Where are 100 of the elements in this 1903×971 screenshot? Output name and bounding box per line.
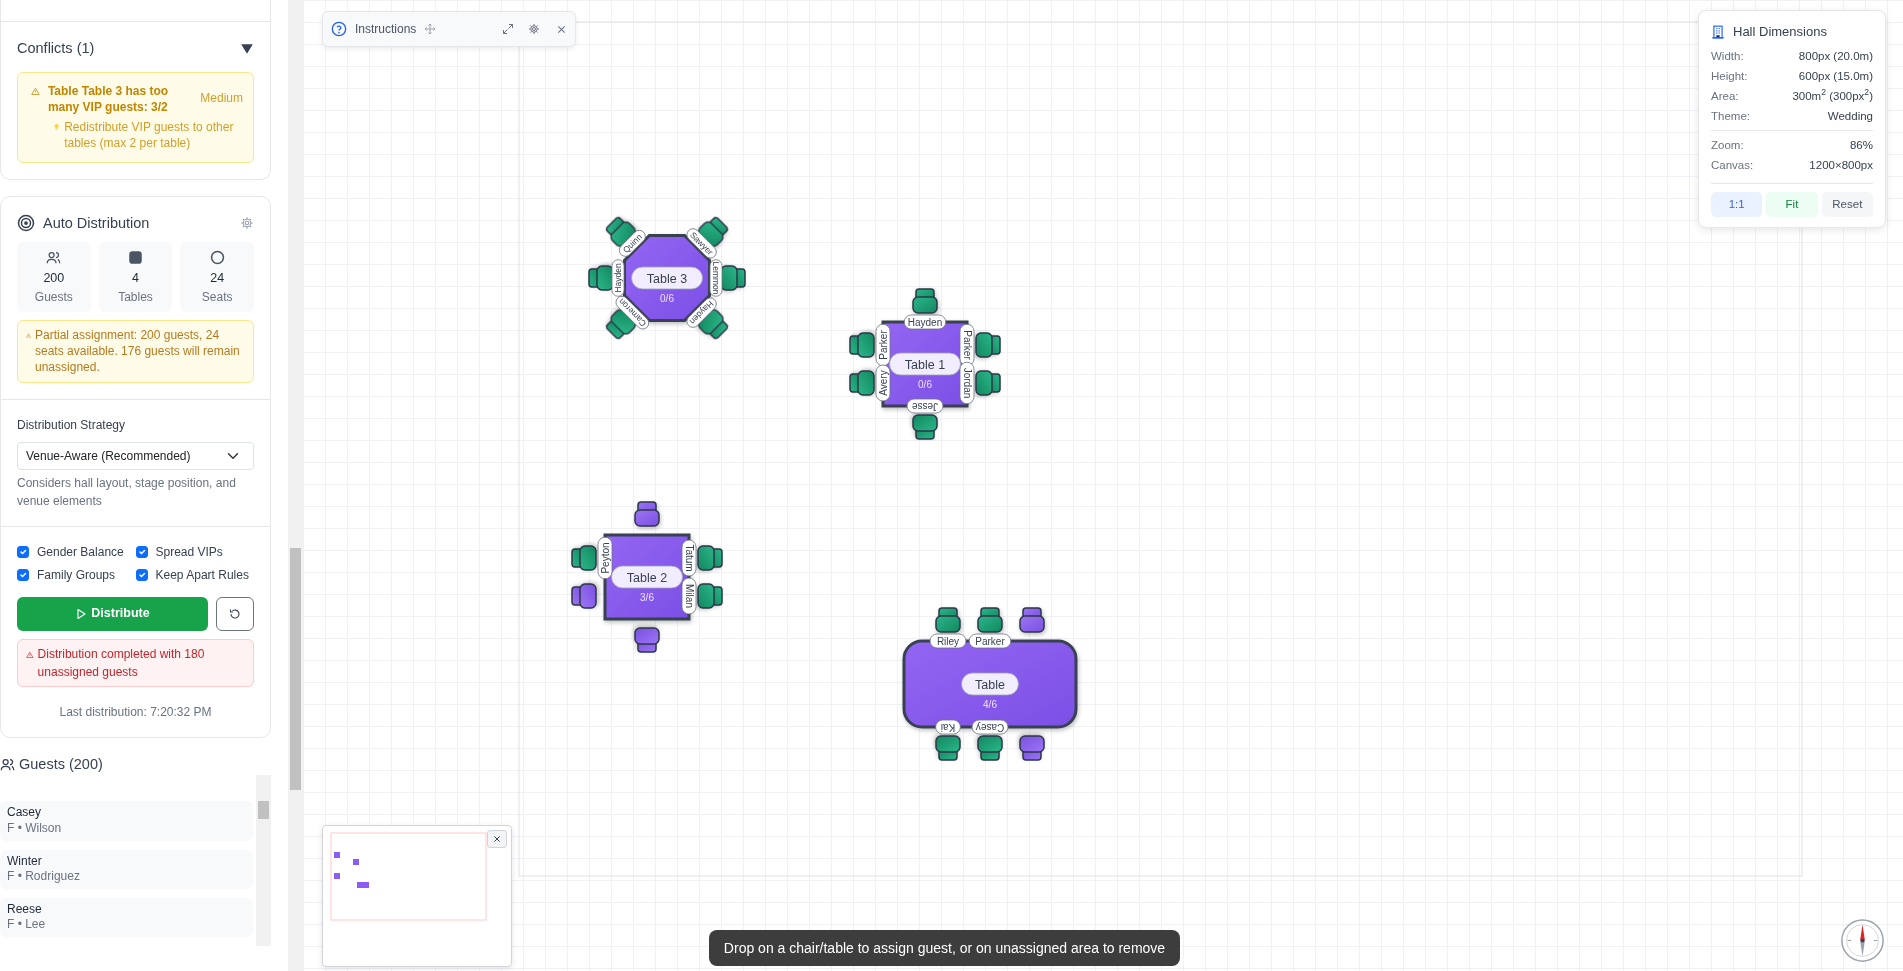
expand-icon[interactable]: [502, 23, 514, 35]
close-button[interactable]: [487, 830, 507, 848]
checkbox[interactable]: [17, 545, 29, 558]
warning-message: Partial assignment: 200 guests, 24 seats available. 176 guests will remain unassigned.: [35, 327, 241, 376]
table-name-label: Table 1: [889, 352, 961, 376]
seat-name-label: Riley: [929, 633, 967, 649]
zoom-button[interactable]: Fit: [1766, 191, 1818, 217]
guest-name: Reese: [7, 901, 43, 918]
guest-detail: F • Rodriguez: [7, 869, 81, 885]
table-name-label: Table: [961, 672, 1019, 696]
chair[interactable]: [634, 627, 660, 653]
error-message: Distribution completed with 180 unassigned guests: [37, 645, 206, 681]
chair[interactable]: [634, 501, 660, 527]
people-icon: [46, 250, 62, 266]
seat-count: 4/6: [983, 699, 997, 710]
chair[interactable]: [977, 607, 1003, 633]
circle-icon: [209, 250, 225, 266]
people-icon: [0, 756, 15, 772]
square-icon: [128, 250, 143, 266]
zoom-button[interactable]: Reset: [1821, 191, 1873, 217]
seat-name-label: Peyton: [597, 536, 613, 580]
field-label: Distribution Strategy: [17, 416, 127, 434]
guest-detail: F • Wilson: [7, 820, 63, 837]
guest-detail: F • Lee: [7, 917, 47, 933]
info-label: Theme:: [1711, 108, 1750, 124]
chair[interactable]: [697, 545, 723, 571]
info-value: 600px (15.0m): [1798, 68, 1873, 84]
info-label: Zoom:: [1711, 137, 1744, 153]
stat-label: Guests: [33, 289, 74, 306]
chair[interactable]: [975, 370, 1001, 396]
info-value: 86%: [1849, 137, 1873, 153]
table-name-label: Table 2: [611, 565, 683, 589]
settings-icon[interactable]: [528, 23, 540, 35]
chair[interactable]: [849, 332, 875, 358]
refresh-icon: [229, 608, 241, 621]
seat-count: 3/6: [640, 592, 654, 603]
option-label: Spread VIPs: [155, 543, 223, 561]
chair[interactable]: [977, 735, 1003, 761]
info-label: Area:: [1711, 88, 1739, 104]
seat-name-label: Kai: [935, 719, 961, 735]
chair[interactable]: [975, 332, 1001, 358]
chair[interactable]: [912, 288, 938, 314]
info-value: Wedding: [1827, 108, 1873, 124]
toast-message: Drop on a chair/table to assign guest, or on unassigned area to remove: [709, 930, 1180, 966]
stat-value: 4: [131, 270, 140, 288]
seat-name-label: Casey: [971, 719, 1009, 735]
chair[interactable]: [849, 370, 875, 396]
checkbox[interactable]: [135, 545, 148, 558]
target-icon: [17, 214, 35, 233]
guest-list-item[interactable]: Reese F • Lee: [0, 897, 253, 937]
seat-name-label: Parker: [875, 323, 891, 367]
close-icon[interactable]: [556, 23, 567, 35]
collapse-toggle-icon[interactable]: [240, 41, 254, 56]
section-title: Guests (200): [19, 754, 103, 774]
help-icon[interactable]: [331, 21, 347, 37]
stat-label: Seats: [200, 289, 234, 306]
info-label: Height:: [1711, 68, 1748, 84]
section-title: Conflicts (1): [17, 39, 95, 58]
guest-name: Winter: [7, 853, 43, 870]
seat-count: 0/6: [918, 379, 932, 390]
zoom-button[interactable]: 1:1: [1711, 191, 1763, 217]
seat-name-label: Hayden: [903, 314, 947, 330]
warning-icon: [26, 330, 31, 341]
chair[interactable]: [1019, 735, 1045, 761]
guest-list-item[interactable]: Casey F • Wilson: [0, 801, 253, 841]
severity-label: Medium: [200, 89, 243, 106]
guest-list-item[interactable]: Winter F • Rodriguez: [0, 849, 253, 889]
close-icon: [493, 835, 501, 843]
chair[interactable]: [571, 583, 597, 609]
reset-button[interactable]: [216, 596, 254, 631]
stat-value: 24: [209, 270, 226, 288]
seat-name-label: Parker: [968, 633, 1012, 649]
checkbox[interactable]: [17, 568, 29, 581]
scrollbar-thumb[interactable]: [258, 801, 269, 820]
compass-icon[interactable]: [1840, 918, 1885, 963]
info-label: Canvas:: [1711, 157, 1754, 173]
panel-title: Hall Dimensions: [1733, 23, 1827, 41]
checkbox[interactable]: [135, 568, 148, 581]
seat-name-label: Avery: [875, 364, 891, 402]
conflict-suggestion: Redistribute VIP guests to other tables (max 2 per table): [64, 119, 235, 152]
chair[interactable]: [935, 735, 961, 761]
seat-count: 0/6: [660, 293, 674, 304]
table-name-label: Table 3: [631, 266, 703, 290]
help-text: Considers hall layout, stage position, and venue elements: [17, 474, 237, 510]
chair[interactable]: [571, 545, 597, 571]
chair[interactable]: [1019, 607, 1045, 633]
timestamp-text: Last distribution: 7:20:32 PM: [58, 703, 213, 721]
section-title: Auto Distribution: [43, 213, 151, 233]
guest-name: Casey: [7, 805, 42, 821]
chair[interactable]: [935, 607, 961, 633]
option-label: Family Groups: [37, 566, 116, 584]
chair[interactable]: [912, 414, 938, 440]
seat-name-label: Hayden: [611, 259, 625, 297]
stat-value: 200: [42, 270, 66, 288]
play-icon: [75, 607, 88, 620]
toolbar-title: Instructions: [355, 21, 417, 38]
strategy-select[interactable]: Venue-Aware (Recommended): [17, 441, 254, 470]
stat-label: Tables: [117, 289, 154, 306]
scrollbar-thumb[interactable]: [290, 548, 301, 790]
chair[interactable]: [697, 583, 723, 609]
